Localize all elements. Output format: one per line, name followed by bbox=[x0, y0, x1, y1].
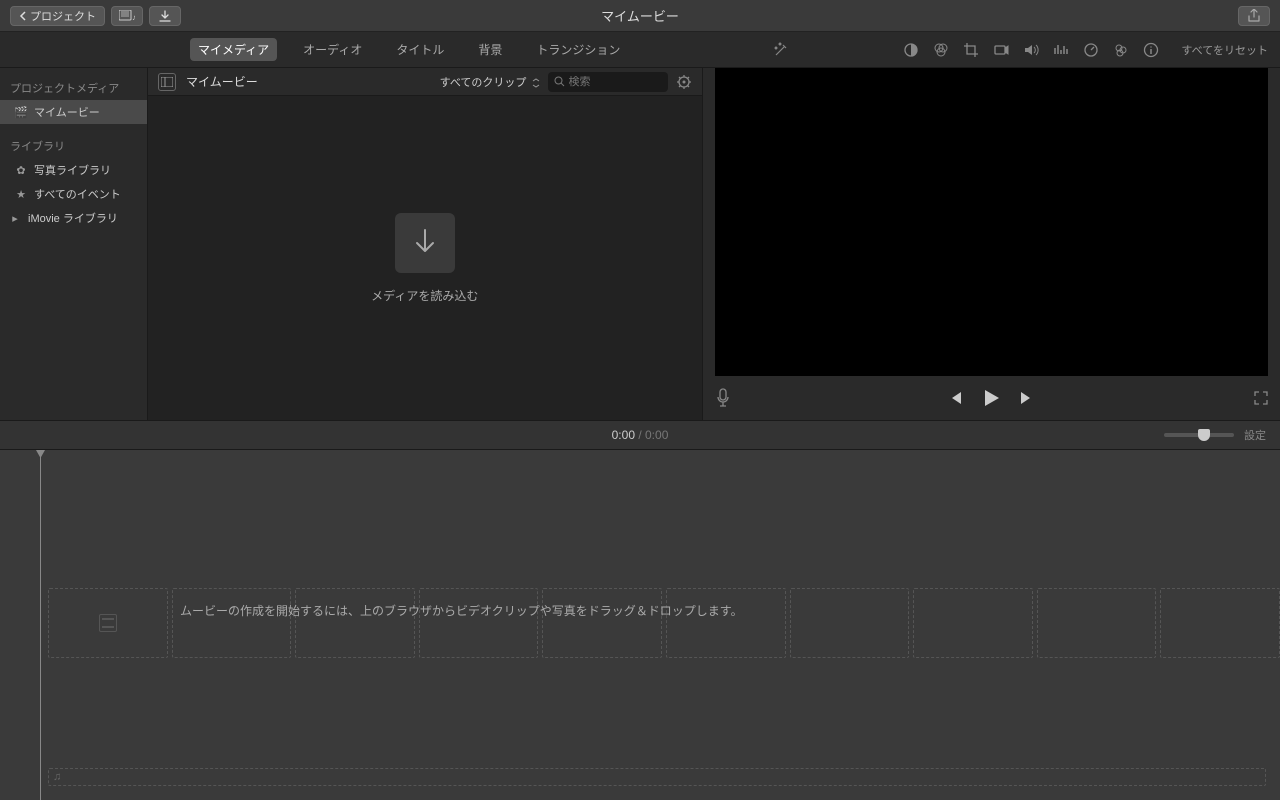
window-title: マイムービー bbox=[601, 6, 679, 25]
sidebar-item-all-events[interactable]: ★ すべてのイベント bbox=[0, 182, 147, 206]
video-preview[interactable] bbox=[715, 68, 1269, 376]
crop-icon[interactable] bbox=[963, 42, 979, 58]
fullscreen-button[interactable] bbox=[1254, 391, 1268, 405]
color-balance-icon[interactable] bbox=[903, 42, 919, 58]
flower-icon: ✿ bbox=[14, 164, 28, 176]
disclosure-triangle-icon[interactable]: ▸ bbox=[8, 212, 22, 224]
clip-slot[interactable] bbox=[172, 588, 292, 658]
clip-filter-icon[interactable] bbox=[1113, 42, 1129, 58]
import-media-button[interactable] bbox=[395, 213, 455, 273]
color-correction-icon[interactable] bbox=[933, 42, 949, 58]
svg-text:♪: ♪ bbox=[132, 13, 135, 22]
theater-button[interactable]: ♪ bbox=[111, 6, 143, 26]
timeline[interactable]: ムービーの作成を開始するには、上のブラウザからビデオクリップや写真をドラッグ＆ド… bbox=[0, 450, 1280, 800]
clip-slot[interactable] bbox=[48, 588, 168, 658]
reset-all-button[interactable]: すべてをリセット bbox=[1181, 42, 1268, 58]
info-icon[interactable] bbox=[1143, 42, 1159, 58]
sidebar-item-my-movie[interactable]: 🎬 マイムービー bbox=[0, 100, 147, 124]
skip-back-button[interactable] bbox=[947, 390, 963, 406]
clip-slot[interactable] bbox=[1160, 588, 1280, 658]
clip-slot[interactable] bbox=[666, 588, 786, 658]
browser-title: マイムービー bbox=[186, 73, 258, 90]
sidebar-item-imovie-library[interactable]: ▸ iMovie ライブラリ bbox=[0, 206, 147, 230]
tab-my-media[interactable]: マイメディア bbox=[190, 38, 277, 61]
volume-icon[interactable] bbox=[1023, 42, 1039, 58]
clip-slot[interactable] bbox=[419, 588, 539, 658]
tab-background[interactable]: 背景 bbox=[470, 38, 510, 61]
tab-transition[interactable]: トランジション bbox=[528, 38, 628, 61]
search-box[interactable] bbox=[548, 72, 668, 92]
timeline-header: 0:00 / 0:00 設定 bbox=[0, 420, 1280, 450]
play-button[interactable] bbox=[981, 388, 1001, 408]
zoom-slider-thumb[interactable] bbox=[1198, 429, 1210, 441]
clapper-icon: 🎬 bbox=[14, 106, 28, 118]
share-button[interactable] bbox=[1238, 6, 1270, 26]
voiceover-button[interactable] bbox=[715, 388, 731, 408]
clip-slot[interactable] bbox=[790, 588, 910, 658]
enhance-icon[interactable] bbox=[773, 42, 789, 58]
clip-slot[interactable] bbox=[295, 588, 415, 658]
timeline-settings-button[interactable]: 設定 bbox=[1244, 427, 1266, 443]
speed-icon[interactable] bbox=[1083, 42, 1099, 58]
import-media-label: メディアを読み込む bbox=[371, 287, 478, 304]
clip-slot[interactable] bbox=[1037, 588, 1157, 658]
clip-slot[interactable] bbox=[913, 588, 1033, 658]
sidebar: プロジェクトメディア 🎬 マイムービー ライブラリ ✿ 写真ライブラリ ★ すべ… bbox=[0, 68, 148, 420]
audio-track[interactable]: ♫ bbox=[48, 768, 1266, 786]
star-icon: ★ bbox=[14, 188, 28, 200]
browser-settings-button[interactable] bbox=[676, 74, 692, 90]
import-button[interactable] bbox=[149, 6, 181, 26]
skip-forward-button[interactable] bbox=[1019, 390, 1035, 406]
titlebar: プロジェクト ♪ マイムービー bbox=[0, 0, 1280, 32]
tab-title[interactable]: タイトル bbox=[388, 38, 452, 61]
back-to-projects-button[interactable]: プロジェクト bbox=[10, 6, 105, 26]
clip-filter-dropdown[interactable]: すべてのクリップ bbox=[440, 74, 540, 90]
search-input[interactable] bbox=[569, 76, 649, 88]
film-icon bbox=[99, 614, 117, 632]
stabilization-icon[interactable] bbox=[993, 42, 1009, 58]
media-toolbar: マイメディア オーディオ タイトル 背景 トランジション すべてをリセット bbox=[0, 32, 1280, 68]
search-icon bbox=[554, 76, 565, 87]
clip-slot[interactable] bbox=[542, 588, 662, 658]
noise-reduction-icon[interactable] bbox=[1053, 42, 1069, 58]
sidebar-header-library: ライブラリ bbox=[0, 132, 147, 158]
sidebar-toggle-button[interactable] bbox=[158, 73, 176, 91]
player-panel bbox=[703, 68, 1280, 420]
time-display: 0:00 / 0:00 bbox=[612, 428, 669, 442]
music-note-icon: ♫ bbox=[53, 771, 61, 783]
sidebar-item-photo-library[interactable]: ✿ 写真ライブラリ bbox=[0, 158, 147, 182]
media-browser: マイムービー すべてのクリップ メディアを読み込む bbox=[148, 68, 703, 420]
timeline-zoom-slider[interactable] bbox=[1164, 433, 1234, 437]
timeline-hint: ムービーの作成を開始するには、上のブラウザからビデオクリップや写真をドラッグ＆ド… bbox=[180, 602, 743, 619]
download-arrow-icon bbox=[412, 228, 438, 258]
tab-audio[interactable]: オーディオ bbox=[295, 38, 370, 61]
sidebar-header-project-media: プロジェクトメディア bbox=[0, 74, 147, 100]
